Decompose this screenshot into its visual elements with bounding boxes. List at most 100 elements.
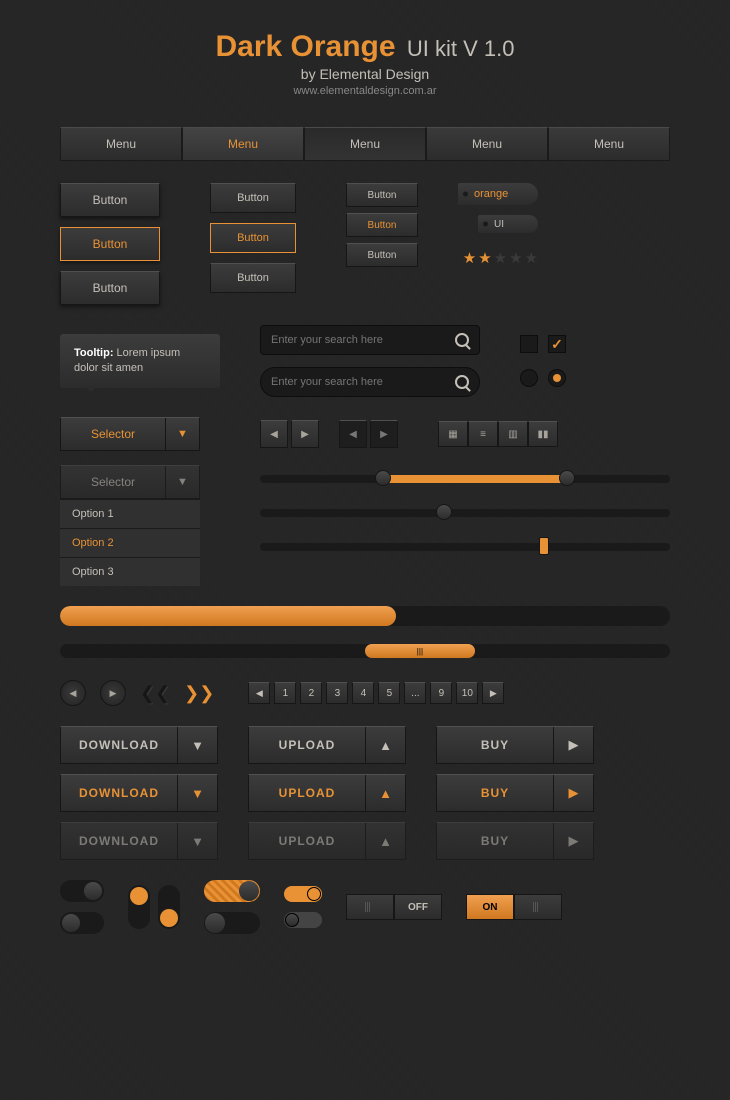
search-field[interactable] bbox=[271, 334, 447, 346]
triangle-up-icon: ▲ bbox=[365, 823, 405, 859]
tooltip: Tooltip: Lorem ipsum dolor sit amen bbox=[60, 334, 220, 389]
view-list-button[interactable]: ≡ bbox=[468, 421, 498, 447]
option-item-2[interactable]: Option 2 bbox=[60, 528, 200, 557]
title-sub: UI kit V 1.0 bbox=[407, 36, 515, 61]
tag-orange[interactable]: orange bbox=[458, 183, 538, 205]
range-slider[interactable] bbox=[260, 475, 670, 483]
url-text: www.elementaldesign.com.ar bbox=[60, 85, 670, 97]
page-1-button[interactable]: 1 bbox=[274, 682, 296, 704]
toggle-round-off[interactable] bbox=[60, 880, 104, 902]
option-item-1[interactable]: Option 1 bbox=[60, 499, 200, 528]
search-field[interactable] bbox=[271, 376, 447, 388]
star-icon: ★ bbox=[509, 249, 522, 267]
selector-disabled[interactable]: Selector ▼ bbox=[60, 465, 200, 499]
checkbox-checked[interactable] bbox=[548, 335, 566, 353]
page-9-button[interactable]: 9 bbox=[430, 682, 452, 704]
onoff-switch-off[interactable]: OFF bbox=[346, 894, 442, 920]
triangle-right-icon: ▶ bbox=[553, 727, 593, 763]
button-small-1[interactable]: Button bbox=[346, 183, 418, 207]
small-toggle-off[interactable] bbox=[284, 912, 322, 928]
button-medium-3[interactable]: Button bbox=[210, 263, 296, 293]
circle-prev-button[interactable]: ◀ bbox=[60, 680, 86, 706]
download-button[interactable]: DOWNLOAD▼ bbox=[60, 726, 218, 764]
page-next-button[interactable]: ▶ bbox=[482, 682, 504, 704]
menu-item-3[interactable]: Menu bbox=[304, 127, 426, 161]
nav-prev-dark-button[interactable]: ◀ bbox=[339, 420, 367, 448]
star-icon: ★ bbox=[478, 249, 491, 267]
button-small-2[interactable]: Button bbox=[346, 213, 418, 237]
progress-bar bbox=[60, 606, 670, 626]
triangle-up-icon: ▲ bbox=[365, 727, 405, 763]
page-4-button[interactable]: 4 bbox=[352, 682, 374, 704]
menu-item-5[interactable]: Menu bbox=[548, 127, 670, 161]
button-medium-2[interactable]: Button bbox=[210, 223, 296, 253]
scrollbar[interactable]: ||| bbox=[60, 644, 670, 658]
pill-toggle-off[interactable] bbox=[204, 912, 260, 934]
page-2-button[interactable]: 2 bbox=[300, 682, 322, 704]
chevron-down-icon: ▼ bbox=[165, 466, 199, 498]
buy-button-active[interactable]: BUY▶ bbox=[436, 774, 594, 812]
page-prev-button[interactable]: ◀ bbox=[248, 682, 270, 704]
page-3-button[interactable]: 3 bbox=[326, 682, 348, 704]
nav-next-button[interactable]: ▶ bbox=[291, 420, 319, 448]
page-10-button[interactable]: 10 bbox=[456, 682, 478, 704]
selector-label: Selector bbox=[61, 475, 165, 489]
nav-next-dark-button[interactable]: ▶ bbox=[370, 420, 398, 448]
menu-item-4[interactable]: Menu bbox=[426, 127, 548, 161]
menu-item-2[interactable]: Menu bbox=[182, 127, 304, 161]
search-icon[interactable] bbox=[455, 375, 469, 389]
slider-thumb-right[interactable] bbox=[559, 470, 575, 486]
radio-unchecked[interactable] bbox=[520, 369, 538, 387]
selector-active[interactable]: Selector ▼ bbox=[60, 417, 200, 451]
nav-prev-button[interactable]: ◀ bbox=[260, 420, 288, 448]
triangle-down-icon: ▼ bbox=[177, 823, 217, 859]
circle-next-button[interactable]: ▶ bbox=[100, 680, 126, 706]
slider-thumb[interactable] bbox=[436, 504, 452, 520]
small-toggle-on[interactable] bbox=[284, 886, 322, 902]
button-large-1[interactable]: Button bbox=[60, 183, 160, 217]
pill-toggle-on[interactable] bbox=[204, 880, 260, 902]
page-ellipsis[interactable]: ... bbox=[404, 682, 426, 704]
triangle-right-icon: ▶ bbox=[553, 823, 593, 859]
slider-thumb-left[interactable] bbox=[375, 470, 391, 486]
double-chevron-left-icon[interactable]: ❮❮ bbox=[140, 683, 170, 704]
checkbox-unchecked[interactable] bbox=[520, 335, 538, 353]
download-button-disabled[interactable]: DOWNLOAD▼ bbox=[60, 822, 218, 860]
single-slider-1[interactable] bbox=[260, 509, 670, 517]
toggle-vertical-2[interactable] bbox=[158, 885, 180, 929]
title-main: Dark Orange bbox=[215, 30, 395, 63]
search-input-round[interactable] bbox=[260, 367, 480, 397]
buy-button-disabled[interactable]: BUY▶ bbox=[436, 822, 594, 860]
option-item-3[interactable]: Option 3 bbox=[60, 557, 200, 586]
rating-stars[interactable]: ★ ★ ★ ★ ★ bbox=[463, 249, 538, 267]
toggle-vertical-1[interactable] bbox=[128, 885, 150, 929]
slider-thumb-square[interactable] bbox=[539, 537, 549, 555]
off-label: OFF bbox=[394, 894, 442, 920]
star-icon: ★ bbox=[494, 249, 507, 267]
scrollbar-thumb[interactable]: ||| bbox=[365, 644, 475, 658]
button-small-3[interactable]: Button bbox=[346, 243, 418, 267]
menu-item-1[interactable]: Menu bbox=[60, 127, 182, 161]
radio-checked[interactable] bbox=[548, 369, 566, 387]
single-slider-2[interactable] bbox=[260, 543, 670, 551]
toggle-round-on[interactable] bbox=[60, 912, 104, 934]
button-large-2[interactable]: Button bbox=[60, 227, 160, 261]
tag-ui[interactable]: UI bbox=[478, 215, 538, 233]
double-chevron-right-icon[interactable]: ❯❯ bbox=[184, 683, 214, 704]
triangle-down-icon: ▼ bbox=[177, 775, 217, 811]
search-input-square[interactable] bbox=[260, 325, 480, 355]
selector-label: Selector bbox=[61, 427, 165, 441]
view-columns-button[interactable]: ▥ bbox=[498, 421, 528, 447]
button-large-3[interactable]: Button bbox=[60, 271, 160, 305]
button-medium-1[interactable]: Button bbox=[210, 183, 296, 213]
view-grid-button[interactable]: ▦ bbox=[438, 421, 468, 447]
view-barcode-button[interactable]: ▮▮ bbox=[528, 421, 558, 447]
upload-button[interactable]: UPLOAD▲ bbox=[248, 726, 406, 764]
page-5-button[interactable]: 5 bbox=[378, 682, 400, 704]
download-button-active[interactable]: DOWNLOAD▼ bbox=[60, 774, 218, 812]
upload-button-active[interactable]: UPLOAD▲ bbox=[248, 774, 406, 812]
search-icon[interactable] bbox=[455, 333, 469, 347]
buy-button[interactable]: BUY▶ bbox=[436, 726, 594, 764]
upload-button-disabled[interactable]: UPLOAD▲ bbox=[248, 822, 406, 860]
onoff-switch-on[interactable]: ON bbox=[466, 894, 562, 920]
